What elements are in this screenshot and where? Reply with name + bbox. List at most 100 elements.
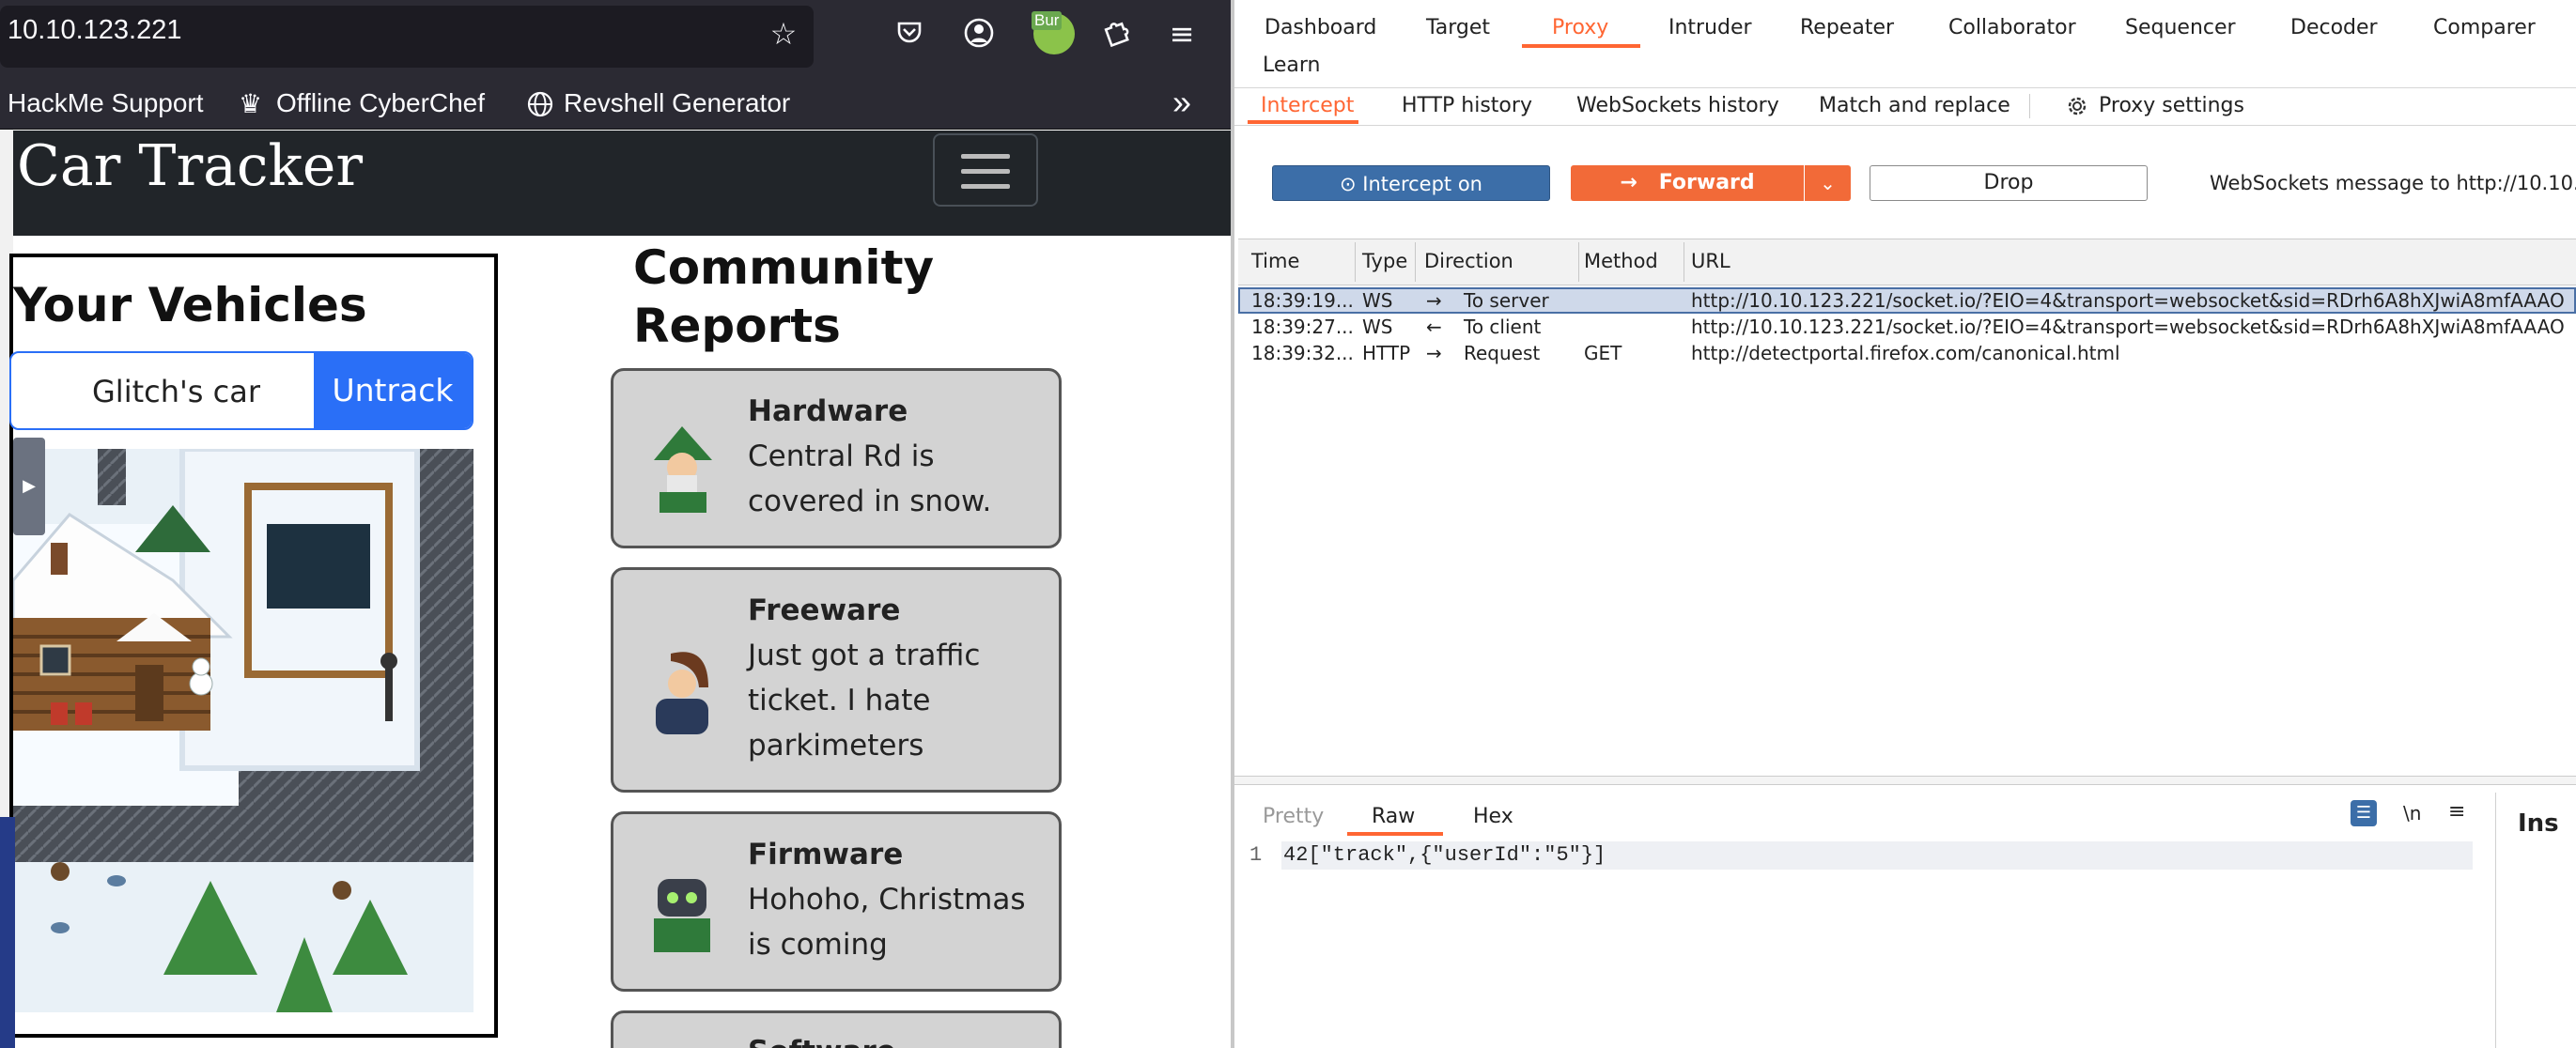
vehicles-title: Your Vehicles — [13, 278, 367, 332]
tab-websockets-history[interactable]: WebSockets history — [1576, 94, 1779, 117]
gear-icon[interactable] — [2065, 94, 2089, 118]
tab-match-and-replace[interactable]: Match and replace — [1819, 94, 2010, 117]
star-icon[interactable]: ☆ — [763, 15, 804, 56]
inspector-panel-label[interactable]: Ins — [2518, 809, 2559, 838]
vehicle-name[interactable]: Glitch's car — [92, 374, 260, 409]
pocket-icon[interactable] — [889, 17, 930, 58]
cell-url: http://10.10.123.221/socket.io/?EIO=4&tr… — [1691, 316, 2565, 338]
column-type[interactable]: Type — [1362, 250, 1407, 272]
burp-window — [1231, 0, 2576, 1048]
tab-separator — [2029, 94, 2030, 118]
robot-avatar-icon — [633, 858, 731, 956]
tab-sequencer[interactable]: Sequencer — [2125, 16, 2236, 39]
cell-method: GET — [1584, 342, 1622, 364]
devtools-edge — [0, 817, 15, 1048]
cell-url: http://10.10.123.221/socket.io/?EIO=4&tr… — [1691, 289, 2565, 312]
bookmark-offline-cyberchef[interactable]: Offline CyberChef — [276, 88, 485, 118]
report-author: Hardware — [748, 394, 908, 428]
bookmark-revshell-generator[interactable]: Revshell Generator — [564, 88, 790, 118]
tab-proxy[interactable]: Proxy — [1552, 16, 1608, 39]
tab-repeater[interactable]: Repeater — [1800, 16, 1894, 39]
chef-icon: ♛ — [239, 89, 263, 118]
map-panel-toggle-icon[interactable]: ▶ — [13, 438, 45, 535]
arrow-left-icon: ← — [1426, 316, 1442, 338]
arrow-right-icon: → — [1426, 289, 1442, 312]
burp-main-tabs — [1234, 0, 2576, 88]
active-subtab-indicator — [1248, 120, 1358, 124]
wrap-lines-icon[interactable]: ☰ — [2351, 800, 2377, 826]
vehicle-map[interactable] — [13, 449, 473, 1012]
newline-toggle-icon[interactable]: \n — [2403, 802, 2421, 825]
line-number: 1 — [1249, 843, 1263, 867]
toggle-icon: ⊙ — [1340, 173, 1363, 195]
column-time[interactable]: Time — [1251, 250, 1299, 272]
tab-comparer[interactable]: Comparer — [2433, 16, 2536, 39]
cell-time: 18:39:32... — [1251, 342, 1354, 364]
tab-intercept[interactable]: Intercept — [1261, 94, 1354, 117]
cell-time: 18:39:19... — [1251, 289, 1354, 312]
tab-hex[interactable]: Hex — [1473, 805, 1513, 828]
arrow-right-icon: → — [1426, 342, 1442, 364]
active-tab-indicator — [1522, 44, 1640, 48]
report-text: Hohoho, Christmas is coming — [748, 883, 1026, 962]
cell-direction: Request — [1464, 342, 1541, 364]
extension-badge-label: Bur — [1032, 11, 1063, 30]
extensions-icon[interactable] — [1095, 17, 1137, 58]
forward-dropdown-icon[interactable]: ⌄ — [1804, 165, 1851, 201]
column-method[interactable]: Method — [1584, 250, 1658, 272]
report-text: Central Rd is covered in snow. — [748, 439, 992, 518]
tab-learn[interactable]: Learn — [1263, 54, 1321, 77]
cell-direction: To server — [1464, 289, 1549, 312]
websocket-message-info: WebSockets message to http://10.10. — [2210, 172, 2576, 194]
column-separator[interactable] — [1415, 242, 1416, 282]
column-separator[interactable] — [1578, 242, 1579, 282]
forward-label: Forward — [1658, 171, 1755, 194]
community-title-line-2: Reports — [633, 299, 841, 353]
community-title-line-1: Community — [633, 240, 935, 295]
menu-icon[interactable]: ≡ — [1161, 15, 1203, 56]
bookmark-hackme-support[interactable]: HackMe Support — [8, 88, 204, 118]
tab-target[interactable]: Target — [1426, 16, 1490, 39]
cell-type: WS — [1362, 316, 1393, 338]
tab-dashboard[interactable]: Dashboard — [1265, 16, 1376, 39]
cell-direction: To client — [1464, 316, 1542, 338]
intercept-label: Intercept on — [1362, 173, 1482, 195]
account-icon[interactable] — [958, 17, 1000, 58]
report-text: Just got a traffic ticket. I hate parkim… — [748, 639, 981, 763]
cell-url: http://detectportal.firefox.com/canonica… — [1691, 342, 2120, 364]
tab-pretty[interactable]: Pretty — [1263, 805, 1324, 828]
column-direction[interactable]: Direction — [1424, 250, 1513, 272]
editor-menu-icon[interactable]: ≡ — [2448, 800, 2465, 824]
report-author: Firmware — [748, 838, 904, 871]
tab-raw[interactable]: Raw — [1372, 805, 1415, 828]
inspector-divider — [2495, 793, 2496, 1048]
elf-avatar-icon — [633, 417, 731, 515]
cell-type: WS — [1362, 289, 1393, 312]
intercept-toggle-button[interactable]: ⊙ Intercept on — [1272, 165, 1550, 201]
bookmarks-overflow-icon[interactable]: » — [1172, 83, 1191, 122]
report-author: Software — [748, 1035, 896, 1048]
tab-intruder[interactable]: Intruder — [1668, 16, 1752, 39]
pane-splitter[interactable] — [1234, 776, 2576, 785]
cell-time: 18:39:27... — [1251, 316, 1354, 338]
globe-icon — [526, 90, 554, 118]
arrow-right-icon: → — [1620, 171, 1659, 194]
url-text[interactable]: 10.10.123.221 — [8, 15, 181, 46]
report-author: Freeware — [748, 593, 901, 627]
forward-button[interactable]: → Forward — [1571, 165, 1804, 201]
untrack-button[interactable]: Untrack — [314, 353, 472, 428]
active-editor-tab-indicator — [1347, 832, 1443, 836]
tab-proxy-settings[interactable]: Proxy settings — [2099, 94, 2244, 117]
column-separator[interactable] — [1355, 242, 1356, 282]
message-editor[interactable]: 42["track",{"userId":"5"}] — [1283, 843, 1606, 867]
tab-decoder[interactable]: Decoder — [2290, 16, 2378, 39]
column-url[interactable]: URL — [1691, 250, 1730, 272]
cell-type: HTTP — [1362, 342, 1411, 364]
drop-button[interactable]: Drop — [1870, 165, 2148, 201]
tab-collaborator[interactable]: Collaborator — [1948, 16, 2076, 39]
navbar-toggle-button[interactable] — [933, 133, 1038, 207]
elf-avatar-icon — [633, 639, 731, 736]
site-brand[interactable]: Car Tracker — [17, 133, 363, 199]
community-title: Community Reports — [633, 239, 934, 355]
tab-http-history[interactable]: HTTP history — [1402, 94, 1532, 117]
